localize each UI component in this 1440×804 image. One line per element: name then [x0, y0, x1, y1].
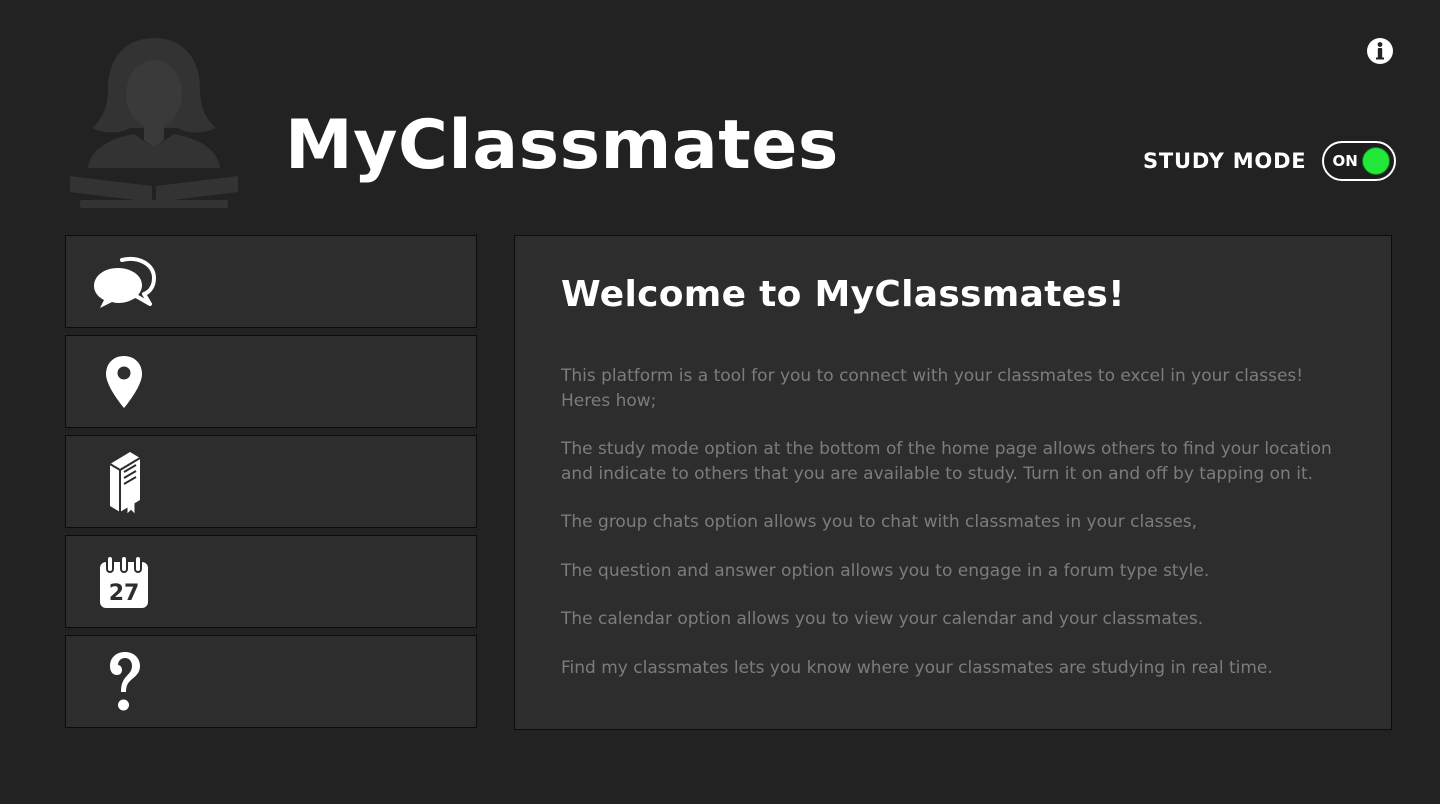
chat-bubbles-icon: [92, 250, 156, 314]
info-icon[interactable]: [1366, 37, 1394, 65]
welcome-paragraph-find-classmates: Find my classmates lets you know where y…: [561, 657, 1273, 678]
toggle-knob: [1362, 147, 1391, 175]
calendar-icon: 27: [92, 550, 156, 614]
welcome-paragraph-intro: This platform is a tool for you to conne…: [561, 366, 1304, 411]
sidebar-item-question-answer[interactable]: [65, 435, 477, 528]
sidebar-item-group-chats[interactable]: [65, 235, 477, 328]
question-mark-icon: [92, 650, 156, 714]
toggle-state-label: ON: [1332, 152, 1358, 170]
sidebar-item-find-classmates[interactable]: [65, 335, 477, 428]
welcome-paragraph-question-answer: The question and answer option allows yo…: [561, 560, 1210, 581]
sidebar-nav: 27: [65, 235, 477, 728]
welcome-panel: Welcome to MyClassmates! This platform i…: [514, 235, 1392, 730]
study-mode-label: STUDY MODE: [1143, 149, 1307, 173]
book-icon: [92, 450, 156, 514]
welcome-body: This platform is a tool for you to conne…: [561, 364, 1351, 704]
study-mode-control: STUDY MODE ON: [1143, 141, 1397, 181]
sidebar-item-calendar[interactable]: 27: [65, 535, 477, 628]
welcome-title: Welcome to MyClassmates!: [561, 274, 1125, 315]
calendar-day-number: 27: [109, 581, 140, 606]
app-title: MyClassmates: [285, 106, 839, 185]
welcome-paragraph-calendar: The calendar option allows you to view y…: [561, 609, 1204, 629]
student-reading-logo-icon: [68, 36, 240, 212]
welcome-paragraph-group-chats: The group chats option allows you to cha…: [561, 512, 1198, 532]
welcome-paragraph-study-mode: The study mode option at the bottom of t…: [561, 439, 1332, 484]
study-mode-toggle[interactable]: ON: [1322, 141, 1397, 181]
map-pin-icon: [92, 350, 156, 414]
sidebar-item-help[interactable]: [65, 635, 477, 728]
home-screen: MyClassmates STUDY MODE ON 27 Welcome to…: [0, 0, 1440, 804]
